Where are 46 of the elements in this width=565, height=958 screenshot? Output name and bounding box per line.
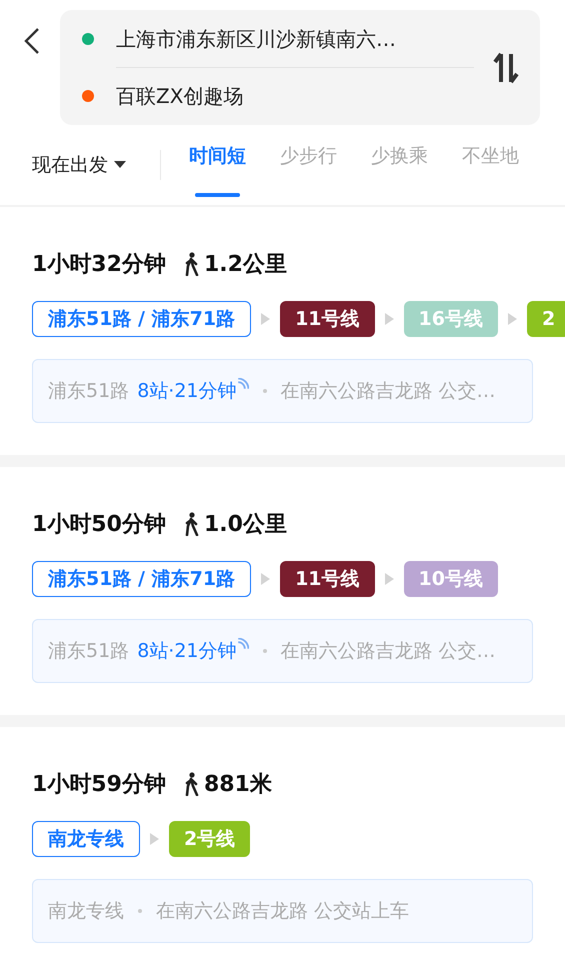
arrow-icon (508, 313, 517, 325)
departure-dropdown[interactable]: 现在出发 (32, 152, 126, 178)
destination-field[interactable]: 百联ZX创趣场 (116, 82, 244, 110)
swap-icon[interactable] (492, 50, 520, 84)
metro-line-tag: 16号线 (404, 301, 498, 337)
walking-distance: 1.0公里 (204, 511, 287, 539)
route-duration: 1小时50分钟 (32, 511, 166, 539)
bus-line-tag: 南龙专线 (32, 821, 140, 857)
route-duration: 1小时32分钟 (32, 251, 166, 279)
sort-tab[interactable]: 少步行 (280, 125, 337, 205)
origin-dot (82, 33, 94, 45)
stops-time: 8站·21分钟 (137, 379, 236, 404)
route-detail-panel[interactable]: 南龙专线 在南六公路吉龙路 公交站上车 (32, 879, 533, 943)
metro-line-tag: 2号线 (169, 821, 250, 857)
sort-tab[interactable]: 不坐地 (462, 125, 519, 205)
metro-line-tag: 11号线 (280, 561, 375, 597)
bus-line-tag: 浦东51路 / 浦东71路 (32, 561, 252, 597)
sort-tab[interactable]: 时间短 (189, 125, 246, 205)
walking-distance: 881米 (204, 771, 272, 799)
bus-line-tag: 浦东51路 / 浦东71路 (32, 301, 252, 337)
arrow-icon (261, 313, 270, 325)
origin-field[interactable]: 上海市浦东新区川沙新镇南六… (116, 26, 396, 52)
route-detail-panel[interactable]: 浦东51路 8站·21分钟 在南六公路吉龙路 公交… (32, 359, 533, 423)
destination-dot (82, 90, 94, 102)
boarding-info: 在南六公路吉龙路 公交站上车 (156, 899, 410, 924)
boarding-info: 在南六公路吉龙路 公交… (280, 379, 496, 404)
walking-distance: 1.2公里 (204, 251, 287, 279)
walking-person-icon (184, 512, 200, 536)
walking-person-icon (184, 772, 200, 796)
route-duration: 1小时59分钟 (32, 771, 166, 799)
route-detail-panel[interactable]: 浦东51路 8站·21分钟 在南六公路吉龙路 公交… (32, 619, 533, 683)
metro-line-tag: 10号线 (404, 561, 498, 597)
metro-line-tag: 11号线 (280, 301, 375, 337)
arrow-icon (384, 573, 394, 585)
metro-line-tag: 2 (526, 301, 565, 337)
arrow-icon (384, 313, 394, 325)
arrow-icon (261, 573, 270, 585)
arrow-icon (150, 833, 159, 845)
walking-person-icon (184, 252, 200, 276)
caret-icon (114, 161, 126, 169)
bus-line-name: 浦东51路 (48, 379, 130, 404)
boarding-info: 在南六公路吉龙路 公交… (280, 639, 496, 664)
sort-tab[interactable]: 少换乘 (371, 125, 428, 205)
stops-time: 8站·21分钟 (137, 639, 236, 664)
bus-line-name: 浦东51路 (48, 639, 130, 664)
bus-line-name: 南龙专线 (48, 899, 124, 924)
